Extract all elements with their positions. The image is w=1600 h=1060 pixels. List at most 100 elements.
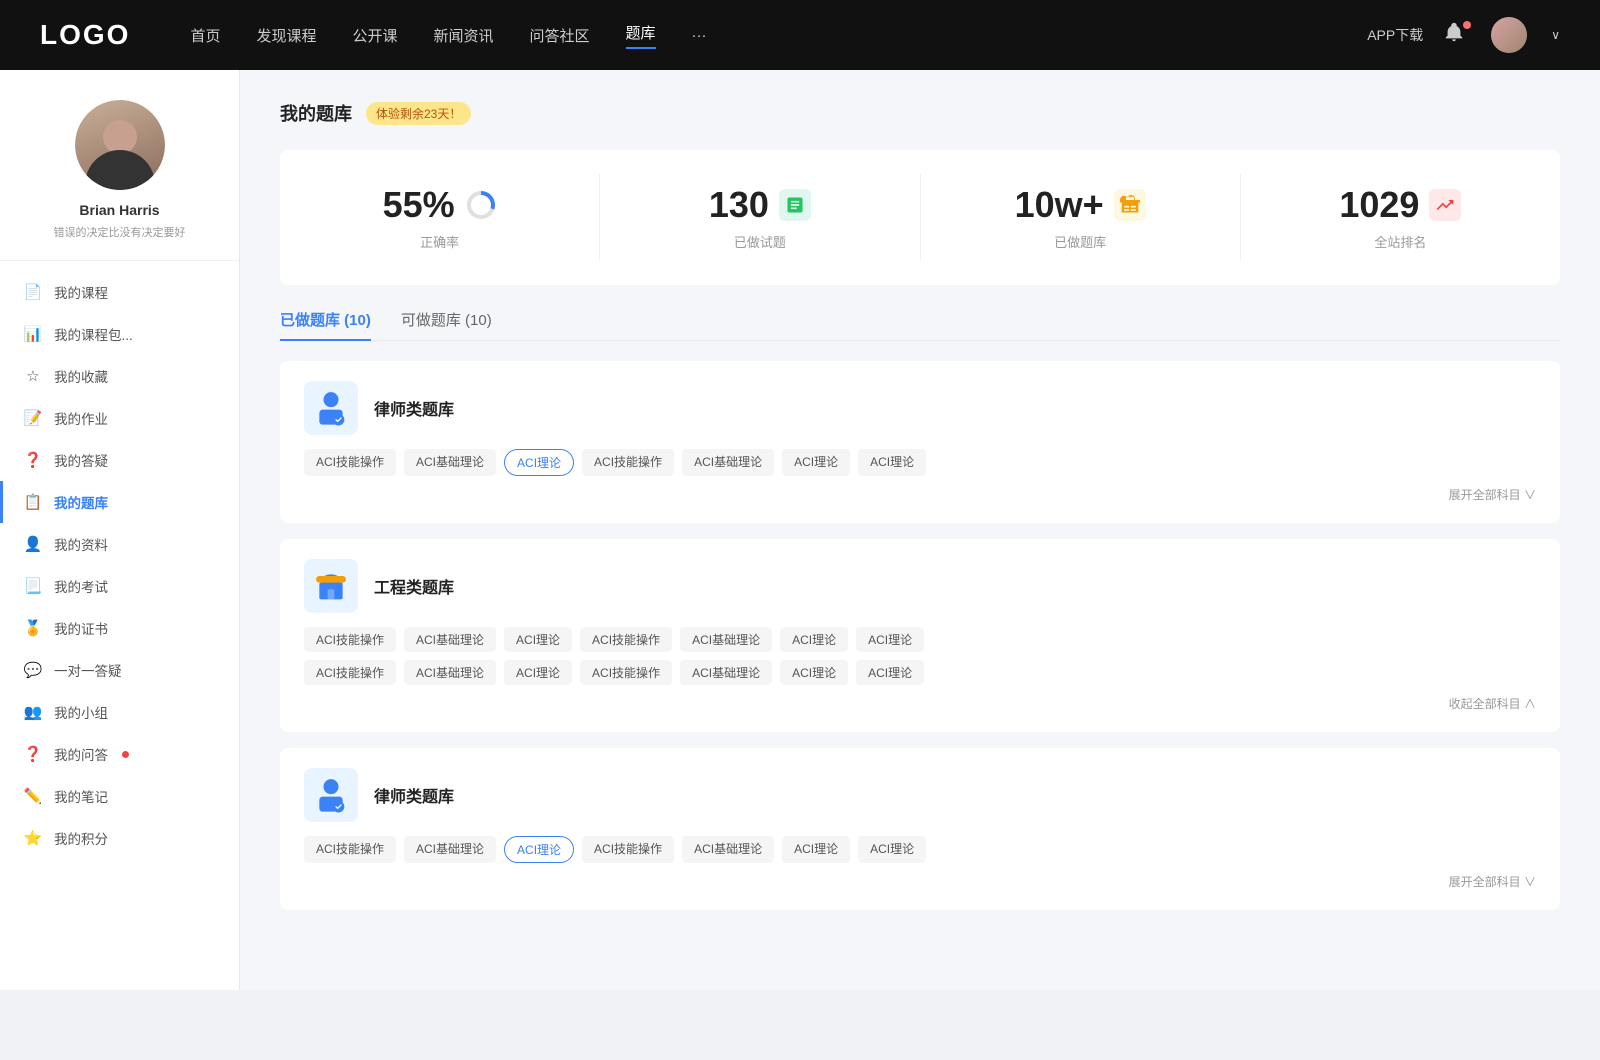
bank-tag[interactable]: ACI基础理论 — [404, 627, 496, 652]
bank-card-header-engineer: 工程类题库 — [304, 559, 1536, 613]
question-icon: ❓ — [24, 451, 42, 469]
bank-card-lawyer2: 律师类题库 ACI技能操作 ACI基础理论 ACI理论 ACI技能操作 ACI基… — [280, 748, 1560, 910]
bank-tag[interactable]: ACI理论 — [780, 660, 848, 685]
bank-tag[interactable]: ACI理论 — [780, 627, 848, 652]
user-menu-chevron[interactable]: ∨ — [1551, 28, 1560, 42]
bank-tag[interactable]: ACI技能操作 — [304, 627, 396, 652]
profile-section: Brian Harris 错误的决定比没有决定要好 — [0, 100, 239, 261]
bank-tag-active[interactable]: ACI理论 — [504, 449, 574, 476]
group-icon: 👥 — [24, 703, 42, 721]
tests-icon — [779, 189, 811, 221]
sidebar-label-my-course: 我的课程 — [54, 282, 108, 302]
nav-news[interactable]: 新闻资讯 — [434, 25, 494, 46]
bank-tag[interactable]: ACI理论 — [856, 627, 924, 652]
sidebar-label-bank: 我的题库 — [54, 492, 108, 512]
bank-tag[interactable]: ACI理论 — [858, 449, 926, 476]
bank-tag[interactable]: ACI基础理论 — [404, 660, 496, 685]
bank-tag[interactable]: ACI技能操作 — [582, 449, 674, 476]
bank-tag[interactable]: ACI基础理论 — [682, 836, 774, 863]
bank-tag[interactable]: ACI基础理论 — [682, 449, 774, 476]
expand-link-lawyer2[interactable]: 展开全部科目 ∨ — [304, 873, 1536, 890]
unread-dot — [122, 751, 129, 758]
bank-tag[interactable]: ACI技能操作 — [580, 627, 672, 652]
sidebar-item-favorites[interactable]: ☆ 我的收藏 — [0, 355, 239, 397]
bank-tag[interactable]: ACI理论 — [856, 660, 924, 685]
navbar: LOGO 首页 发现课程 公开课 新闻资讯 问答社区 题库 ··· APP下载 … — [0, 0, 1600, 70]
stat-accuracy-value: 55% — [383, 184, 455, 226]
star2-icon: ⭐ — [24, 829, 42, 847]
sidebar-label-favorites: 我的收藏 — [54, 366, 108, 386]
star-icon: ☆ — [24, 367, 42, 385]
stat-accuracy-top: 55% — [383, 184, 497, 226]
bank-tags-lawyer2: ACI技能操作 ACI基础理论 ACI理论 ACI技能操作 ACI基础理论 AC… — [304, 836, 1536, 863]
logo: LOGO — [40, 19, 130, 51]
sidebar-item-homework[interactable]: 📝 我的作业 — [0, 397, 239, 439]
stat-done-tests-top: 130 — [709, 184, 811, 226]
sidebar-item-group[interactable]: 👥 我的小组 — [0, 691, 239, 733]
donut-chart-icon — [465, 189, 497, 221]
stats-row: 55% 正确率 130 已 — [280, 150, 1560, 285]
sidebar-item-profile[interactable]: 👤 我的资料 — [0, 523, 239, 565]
sidebar-item-one-on-one[interactable]: 💬 一对一答疑 — [0, 649, 239, 691]
sidebar-label-qa: 我的答疑 — [54, 450, 108, 470]
bank-tags-engineer-row2: ACI技能操作 ACI基础理论 ACI理论 ACI技能操作 ACI基础理论 AC… — [304, 660, 1536, 685]
stat-rank-top: 1029 — [1339, 184, 1461, 226]
bank-tag[interactable]: ACI基础理论 — [680, 660, 772, 685]
sidebar-label-certificate: 我的证书 — [54, 618, 108, 638]
sidebar-item-qa[interactable]: ❓ 我的答疑 — [0, 439, 239, 481]
sidebar-item-exam[interactable]: 📃 我的考试 — [0, 565, 239, 607]
stat-done-banks-value: 10w+ — [1015, 184, 1104, 226]
bank-name-lawyer: 律师类题库 — [374, 396, 454, 420]
user-avatar-nav[interactable] — [1491, 17, 1527, 53]
nav-qa[interactable]: 问答社区 — [530, 25, 590, 46]
pencil-icon: ✏️ — [24, 787, 42, 805]
bar-chart-icon: 📊 — [24, 325, 42, 343]
bank-tag[interactable]: ACI技能操作 — [304, 836, 396, 863]
user-icon: 👤 — [24, 535, 42, 553]
bell-icon[interactable] — [1443, 21, 1471, 49]
bank-tag[interactable]: ACI技能操作 — [304, 660, 396, 685]
nav-bank[interactable]: 题库 — [626, 22, 656, 49]
bank-tag[interactable]: ACI技能操作 — [304, 449, 396, 476]
user-name: Brian Harris — [79, 202, 159, 218]
stat-accuracy-label: 正确率 — [420, 232, 459, 251]
nav-more[interactable]: ··· — [692, 27, 707, 44]
sidebar-item-my-qa[interactable]: ❓ 我的问答 — [0, 733, 239, 775]
nav-open-course[interactable]: 公开课 — [352, 25, 397, 46]
nav-discover[interactable]: 发现课程 — [256, 25, 316, 46]
nav-home[interactable]: 首页 — [190, 25, 220, 46]
page-header: 我的题库 体验剩余23天！ — [280, 100, 1560, 126]
stat-done-tests: 130 已做试题 — [600, 174, 920, 261]
bank-tag[interactable]: ACI技能操作 — [580, 660, 672, 685]
stat-done-tests-label: 已做试题 — [734, 232, 786, 251]
trial-badge: 体验剩余23天！ — [366, 102, 471, 125]
expand-link-lawyer[interactable]: 展开全部科目 ∨ — [304, 486, 1536, 503]
sidebar-item-course-package[interactable]: 📊 我的课程包... — [0, 313, 239, 355]
sidebar-label-homework: 我的作业 — [54, 408, 108, 428]
sidebar-item-certificate[interactable]: 🏅 我的证书 — [0, 607, 239, 649]
sidebar-item-my-course[interactable]: 📄 我的课程 — [0, 271, 239, 313]
stat-done-banks-top: 10w+ — [1015, 184, 1146, 226]
app-download[interactable]: APP下载 — [1367, 25, 1423, 45]
bank-tag[interactable]: ACI理论 — [504, 660, 572, 685]
bank-tag-active2[interactable]: ACI理论 — [504, 836, 574, 863]
bank-card-header-lawyer2: 律师类题库 — [304, 768, 1536, 822]
sidebar-label-profile: 我的资料 — [54, 534, 108, 554]
tab-todo-banks[interactable]: 可做题库 (10) — [401, 309, 492, 340]
bank-tag[interactable]: ACI基础理论 — [404, 836, 496, 863]
bank-tag[interactable]: ACI基础理论 — [404, 449, 496, 476]
bank-tag[interactable]: ACI基础理论 — [680, 627, 772, 652]
bank-tag[interactable]: ACI技能操作 — [582, 836, 674, 863]
sidebar-item-points[interactable]: ⭐ 我的积分 — [0, 817, 239, 859]
bank-card-header-lawyer: 律师类题库 — [304, 381, 1536, 435]
stat-rank-label: 全站排名 — [1374, 232, 1426, 251]
collapse-link-engineer[interactable]: 收起全部科目 ∧ — [304, 695, 1536, 712]
bank-tag[interactable]: ACI理论 — [858, 836, 926, 863]
bank-tag[interactable]: ACI理论 — [782, 836, 850, 863]
bank-tag[interactable]: ACI理论 — [782, 449, 850, 476]
sidebar-item-bank[interactable]: 📋 我的题库 — [0, 481, 239, 523]
sidebar-item-notes[interactable]: ✏️ 我的笔记 — [0, 775, 239, 817]
bank-tag[interactable]: ACI理论 — [504, 627, 572, 652]
bank-avatar-engineer — [304, 559, 358, 613]
tab-done-banks[interactable]: 已做题库 (10) — [280, 309, 371, 340]
